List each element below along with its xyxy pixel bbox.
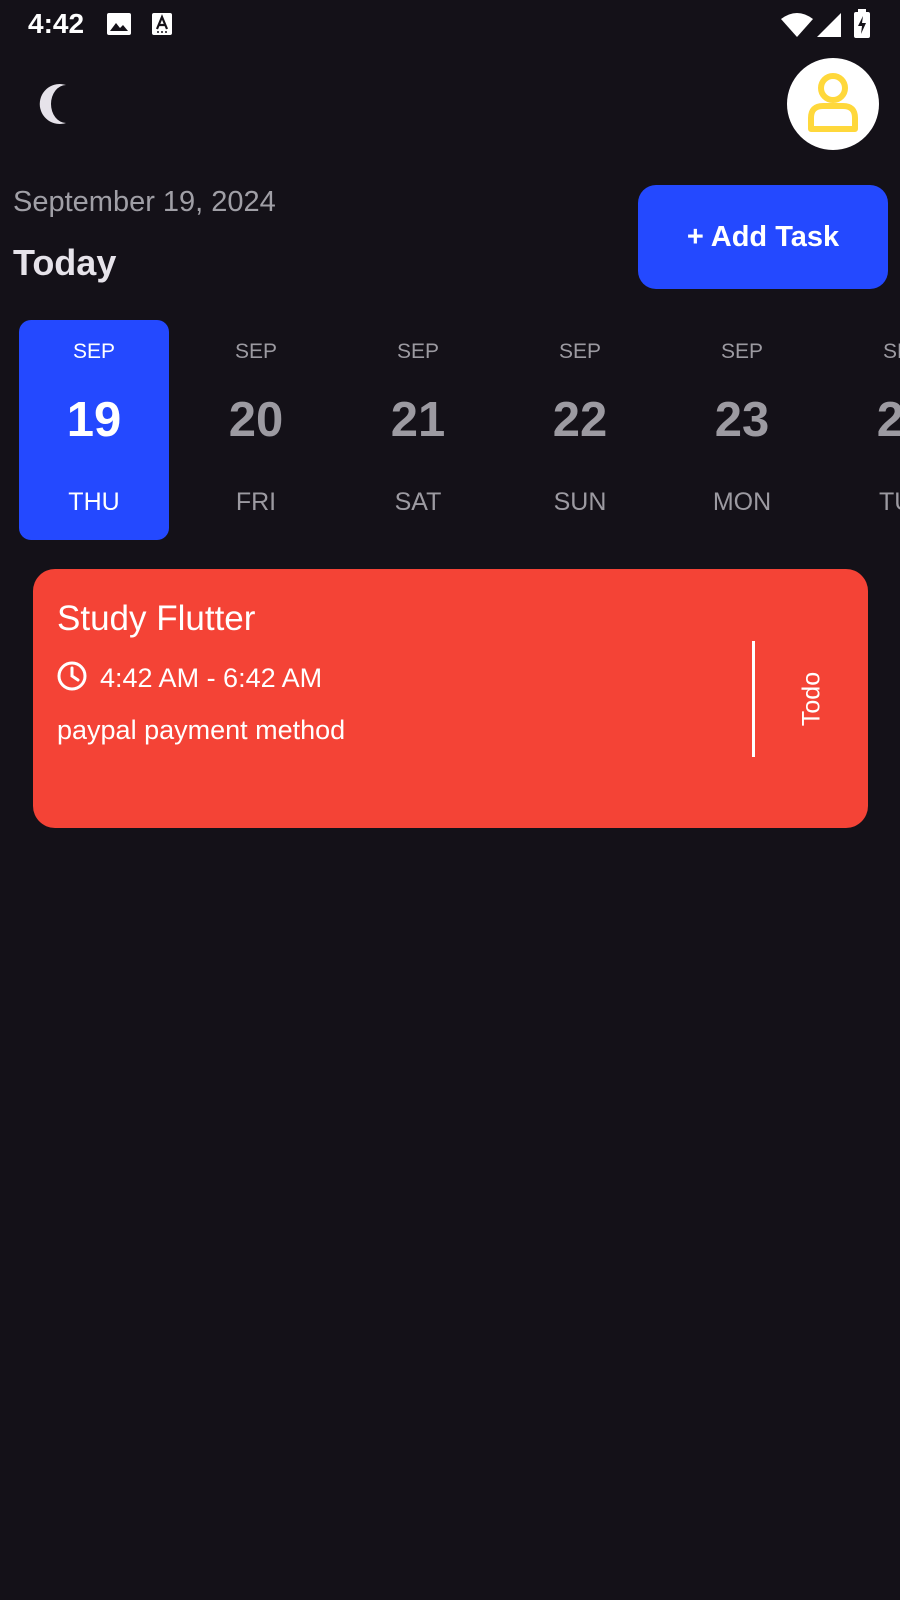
status-bar: 4:42 — [0, 0, 900, 48]
image-icon — [106, 12, 132, 41]
task-time: 4:42 AM - 6:42 AM — [100, 662, 323, 693]
person-icon — [806, 71, 860, 138]
date-day: 22 — [552, 393, 608, 447]
current-date: September 19, 2024 — [13, 186, 276, 218]
text-a-icon — [151, 12, 173, 41]
date-day: 21 — [390, 393, 446, 447]
date-item-sep-20[interactable]: SEP 20 FRI — [181, 320, 331, 540]
date-item-sep-19[interactable]: SEP 19 THU — [19, 320, 169, 540]
battery-charging-icon — [853, 9, 871, 44]
date-day: 23 — [714, 393, 770, 447]
wifi-icon — [780, 12, 814, 43]
date-month: SEP — [72, 340, 116, 363]
add-task-button[interactable]: + Add Task — [638, 185, 888, 289]
date-weekday: FRI — [235, 488, 277, 516]
avatar[interactable] — [787, 58, 879, 150]
date-item-sep-22[interactable]: SEP 22 SUN — [505, 320, 655, 540]
date-month: SEP — [558, 340, 602, 363]
date-day: 24 — [876, 393, 900, 447]
task-note: paypal payment method — [57, 715, 346, 745]
task-card[interactable]: Study Flutter 4:42 AM - 6:42 AM paypal p… — [33, 569, 868, 828]
task-divider — [752, 641, 755, 757]
date-weekday: THU — [68, 488, 120, 516]
date-weekday: TUE — [879, 488, 900, 516]
date-month: SEP — [396, 340, 440, 363]
task-title: Study Flutter — [57, 599, 256, 638]
clock-icon — [56, 660, 88, 697]
moon-icon — [30, 84, 86, 136]
date-day: 20 — [228, 393, 284, 447]
status-time: 4:42 — [28, 8, 85, 39]
date-day: 19 — [66, 393, 122, 447]
date-picker-strip[interactable]: SEP 19 THU SEP 20 FRI SEP 21 SAT SEP 22 … — [0, 320, 900, 540]
task-time-row: 4:42 AM - 6:42 AM — [56, 661, 322, 695]
date-weekday: SAT — [394, 488, 442, 516]
date-month: SEP — [234, 340, 278, 363]
theme-toggle-button[interactable] — [30, 76, 86, 132]
date-month: SEP — [720, 340, 764, 363]
cell-signal-icon — [816, 12, 842, 43]
date-item-sep-21[interactable]: SEP 21 SAT — [343, 320, 493, 540]
date-weekday: SUN — [553, 488, 607, 516]
date-item-sep-23[interactable]: SEP 23 MON — [667, 320, 817, 540]
app-screen: 4:42 September 19, 2024 Today + Add Task… — [0, 0, 900, 1600]
date-weekday: MON — [712, 488, 772, 516]
date-month: SEP — [882, 340, 900, 363]
page-title: Today — [13, 242, 117, 283]
date-item-sep-24[interactable]: SEP 24 TUE — [829, 320, 900, 540]
task-status-label: Todo — [797, 671, 826, 727]
